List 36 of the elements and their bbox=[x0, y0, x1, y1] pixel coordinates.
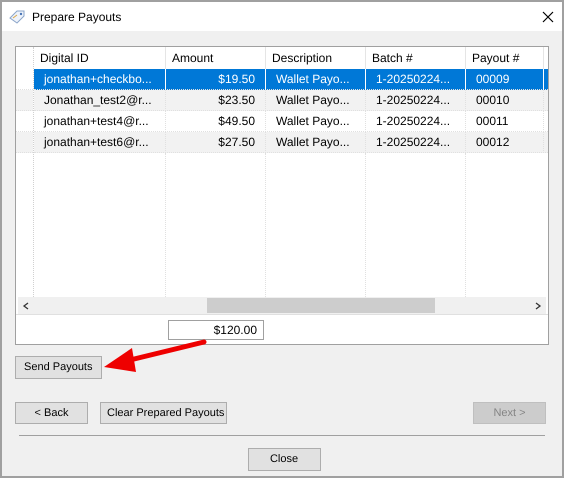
table-cell: 1-20250224... bbox=[376, 135, 450, 149]
table-cell: 1-20250224... bbox=[376, 72, 450, 86]
table-cell: jonathan+test6@r... bbox=[44, 135, 149, 149]
table-cell: $49.50 bbox=[218, 114, 255, 128]
horizontal-scrollbar[interactable] bbox=[18, 297, 546, 314]
table-cell: 00012 bbox=[476, 135, 510, 149]
table-cell: $23.50 bbox=[218, 93, 255, 107]
tag-icon bbox=[8, 10, 26, 24]
table-cell: Wallet Payo... bbox=[276, 72, 350, 86]
table-cell: 00011 bbox=[476, 114, 508, 128]
window-title: Prepare Payouts bbox=[32, 8, 122, 26]
table-cell: $27.50 bbox=[218, 135, 255, 149]
row-header[interactable] bbox=[16, 132, 33, 153]
nav-button[interactable]: < Back bbox=[15, 402, 88, 424]
table-cell: Wallet Payo... bbox=[276, 114, 350, 128]
nav-button[interactable]: Clear Prepared Payouts bbox=[100, 402, 227, 424]
table-cell: jonathan+test4@r... bbox=[44, 114, 149, 128]
table-row[interactable]: jonathan+test4@r... $49.50 Wallet Payo... 1-20250224... 00011 bbox=[34, 111, 548, 132]
table-cell: 1-20250224... bbox=[376, 114, 450, 128]
table-cell: Wallet Payo... bbox=[276, 135, 350, 149]
table-row[interactable]: jonathan+checkbo... $19.50 Wallet Payo... 1-20250224... 00009 bbox=[34, 69, 548, 90]
table-cell: 00010 bbox=[476, 93, 510, 107]
close-icon[interactable] bbox=[542, 10, 554, 22]
table-cell: 00009 bbox=[476, 72, 510, 86]
scrollbar-thumb[interactable] bbox=[207, 298, 435, 313]
close-button[interactable]: Close bbox=[248, 448, 320, 471]
table-row[interactable]: jonathan+test6@r... $27.50 Wallet Payo... 1-20250224... 00012 bbox=[34, 132, 548, 153]
send-payouts-button[interactable]: Send Payouts bbox=[15, 356, 102, 379]
table-cell: Wallet Payo... bbox=[276, 93, 350, 107]
table-cell: jonathan+checkbo... bbox=[44, 72, 152, 86]
table-cell: $19.50 bbox=[218, 72, 255, 86]
table-cell: Jonathan_test2@r... bbox=[44, 93, 152, 107]
table-cell: 1-20250224... bbox=[376, 93, 450, 107]
row-header[interactable] bbox=[16, 90, 33, 111]
total-field: $120.00 bbox=[168, 320, 264, 340]
table-row[interactable]: Jonathan_test2@r... $23.50 Wallet Payo... 1-20250224... 00010 bbox=[34, 90, 548, 111]
